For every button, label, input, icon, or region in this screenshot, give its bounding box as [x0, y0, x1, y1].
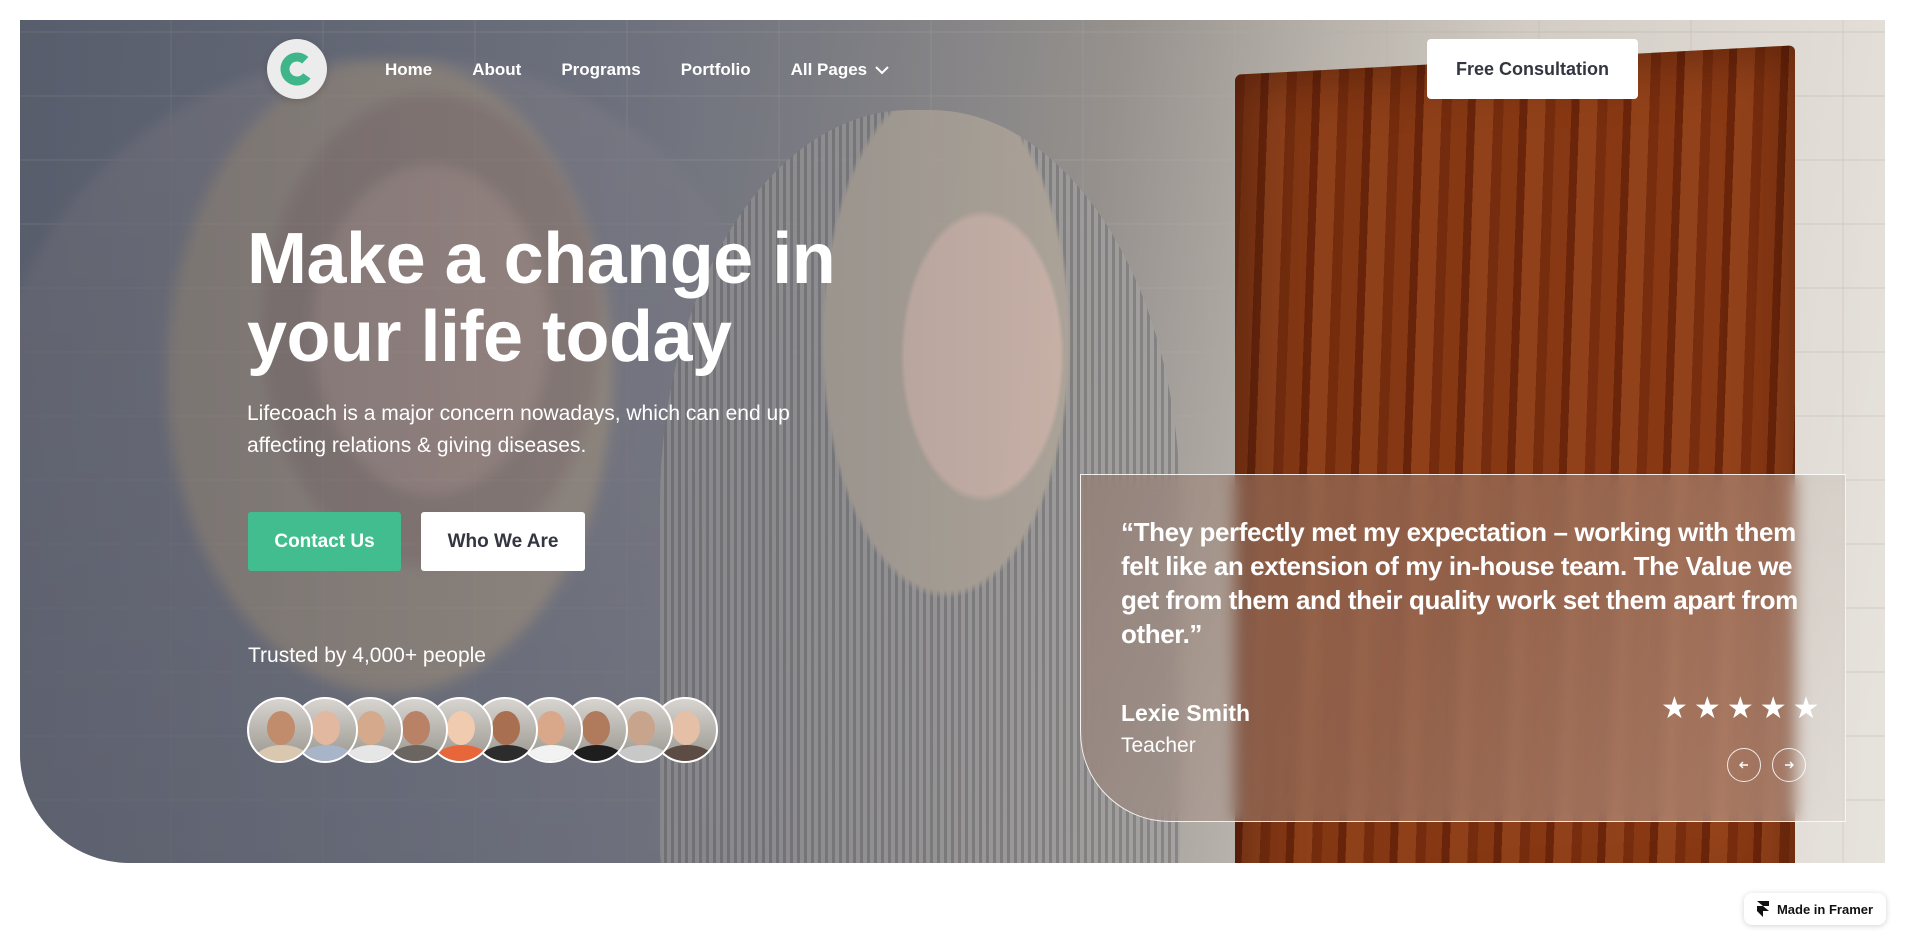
testimonial-card: “They perfectly met my expectation – wor…: [1080, 474, 1846, 822]
avatar-face: [267, 711, 295, 745]
star-icon: ★: [1661, 692, 1688, 725]
rating-stars: ★ ★ ★ ★ ★: [1661, 694, 1820, 724]
arrow-left-icon: [1739, 761, 1748, 769]
next-testimonial-button[interactable]: [1772, 748, 1806, 782]
testimonial-author: Lexie Smith: [1121, 700, 1251, 726]
nav-programs[interactable]: Programs: [561, 60, 640, 80]
hero-headline-line2: your life today: [247, 297, 732, 377]
contact-us-button[interactable]: Contact Us: [248, 512, 401, 571]
hero-subtext: Lifecoach is a major concern nowadays, w…: [247, 402, 790, 457]
arrow-right-icon: [1785, 761, 1794, 769]
who-we-are-button[interactable]: Who We Are: [421, 512, 585, 571]
framer-badge-label: Made in Framer: [1776, 901, 1874, 917]
chevron-down-icon: [875, 66, 889, 75]
hero-headline-line1: Make a change in: [247, 219, 836, 299]
trusted-by-text: Trusted by 4,000+ people: [248, 644, 486, 667]
avatar-face: [582, 711, 610, 745]
nav-all-pages[interactable]: All Pages: [791, 60, 890, 80]
testimonial-role: Teacher: [1121, 734, 1196, 757]
nav-about[interactable]: About: [472, 60, 521, 80]
star-icon: ★: [1726, 692, 1754, 725]
avatar-group: [247, 697, 718, 763]
avatar-face: [492, 711, 520, 745]
free-consultation-button[interactable]: Free Consultation: [1427, 39, 1638, 99]
framer-logo-icon: [1756, 901, 1769, 917]
avatar-face: [447, 711, 475, 745]
logo[interactable]: [267, 39, 327, 99]
nav-portfolio-label: Portfolio: [680, 60, 751, 79]
avatar: [247, 697, 313, 763]
nav-all-pages-label: All Pages: [790, 60, 868, 79]
star-icon: ★: [1693, 692, 1721, 725]
avatar-face: [312, 711, 340, 745]
made-in-framer-badge[interactable]: Made in Framer: [1744, 893, 1886, 925]
avatar-face: [402, 711, 430, 745]
logo-c-icon: [280, 52, 314, 86]
star-icon: ★: [1792, 692, 1820, 725]
avatar-face: [537, 711, 565, 745]
avatar-face: [357, 711, 385, 745]
hero-headline: Make a change in your life today: [247, 220, 947, 376]
testimonial-nav: [1727, 748, 1806, 782]
main-nav: Home About Programs Portfolio All Pages: [385, 60, 889, 80]
nav-home-label: Home: [385, 60, 433, 79]
star-icon: ★: [1759, 692, 1787, 725]
testimonial-quote: “They perfectly met my expectation – wor…: [1121, 517, 1798, 649]
nav-home[interactable]: Home: [385, 60, 432, 80]
nav-programs-label: Programs: [561, 60, 641, 79]
avatar-face: [627, 711, 655, 745]
prev-testimonial-button[interactable]: [1727, 748, 1761, 782]
avatar-face: [672, 711, 700, 745]
avatar-body: [255, 745, 309, 761]
nav-portfolio[interactable]: Portfolio: [681, 60, 751, 80]
nav-about-label: About: [472, 60, 522, 79]
